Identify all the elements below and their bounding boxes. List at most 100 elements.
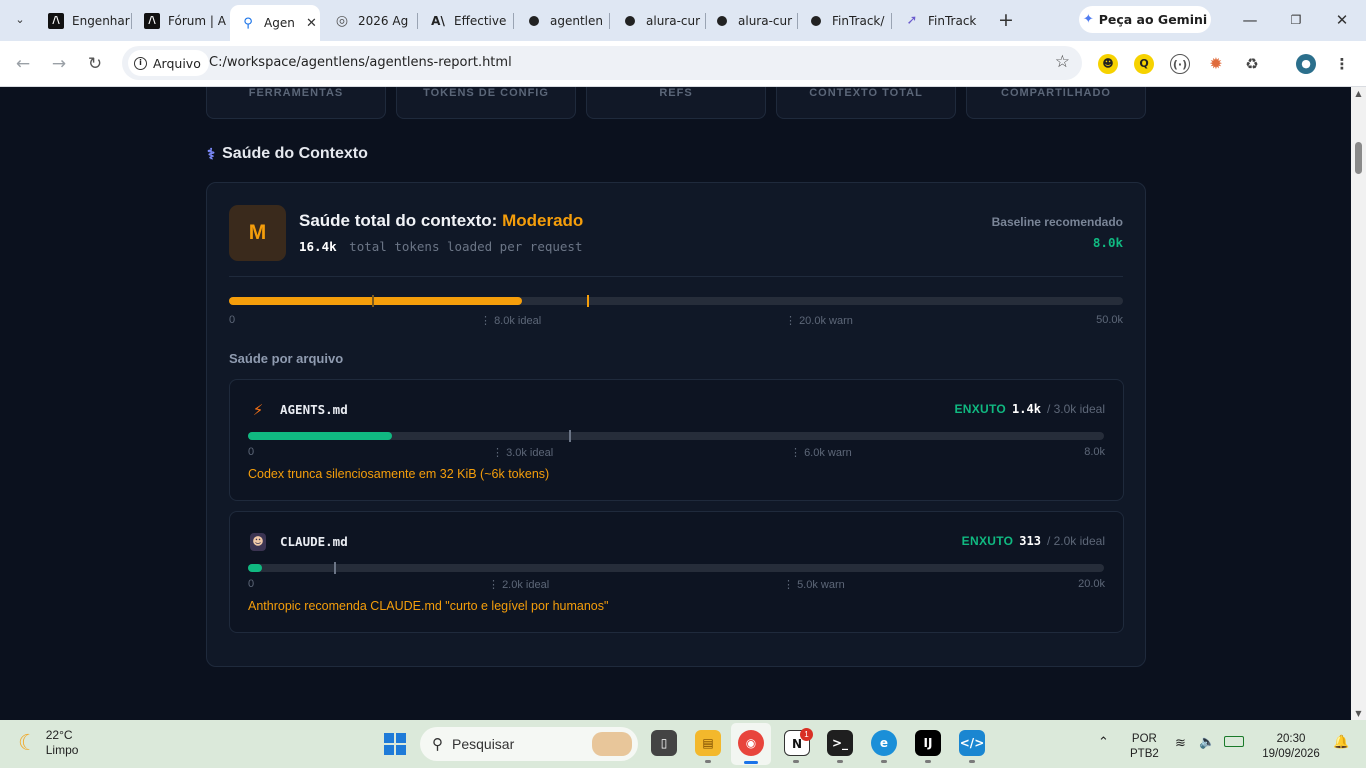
profile-avatar[interactable]: ●	[1296, 54, 1316, 74]
section-title: ⚕ Saúde do Contexto	[207, 145, 368, 163]
axis-label-ideal: ⋮ 3.0k ideal	[492, 447, 554, 459]
new-tab-button[interactable]: +	[996, 9, 1016, 31]
claude-avatar-icon: ☻	[250, 533, 266, 551]
menu-kebab-icon[interactable]: ⋮	[1332, 54, 1352, 74]
gemini-label: Peça ao Gemini	[1098, 12, 1208, 27]
reload-button[interactable]: ↻	[82, 51, 108, 77]
tab-forum[interactable]: /\ Fórum | A	[134, 8, 226, 33]
task-view-icon[interactable]: ▯	[651, 730, 677, 756]
globe-icon: ◎	[335, 12, 349, 29]
notification-bell-icon[interactable]: 🔔	[1333, 734, 1349, 749]
site-info-chip[interactable]: i Arquivo	[128, 50, 209, 76]
extension-circle-icon[interactable]: (·)	[1170, 54, 1190, 74]
tab-title: FinTrack/	[832, 13, 885, 28]
a-logo-icon: /\	[48, 12, 64, 29]
scroll-down-icon[interactable]: ▼	[1354, 709, 1363, 718]
clock[interactable]: 20:30 19/09/2026	[1258, 732, 1324, 762]
tab-title: FinTrack	[928, 13, 977, 28]
bookmark-star-icon[interactable]: ☆	[1055, 52, 1070, 72]
url-text[interactable]: C:/workspace/agentlens/agentlens-report.…	[209, 55, 512, 70]
tab-agentlens-github[interactable]: agentlen	[516, 8, 608, 33]
tab-alura-2[interactable]: alura-cur	[704, 8, 796, 33]
axis-label-min: 0	[229, 314, 236, 326]
overall-progress-track	[229, 295, 1123, 307]
vscode-icon[interactable]: </>	[959, 730, 985, 756]
moon-icon: ☾	[18, 730, 38, 756]
taskbar-search[interactable]: ⚲ Pesquisar	[420, 727, 638, 761]
tab-engenharia[interactable]: /\ Engenhar	[38, 8, 130, 33]
baseline-value: 8.0k	[1092, 235, 1123, 250]
page-scrollbar[interactable]: ▲ ▼	[1351, 87, 1366, 720]
language-indicator[interactable]: POR PTB2	[1130, 732, 1159, 762]
close-icon[interactable]: ✕	[306, 16, 320, 31]
tab-search-button[interactable]: ⌄	[8, 10, 32, 30]
file-name: AGENTS.md	[280, 402, 348, 417]
terminal-icon[interactable]: >_	[827, 730, 853, 756]
chrome-icon[interactable]: ◉	[738, 730, 764, 756]
axis-label-ideal-text: 2.0k ideal	[502, 579, 550, 591]
a-logo-icon: /\	[144, 12, 160, 29]
volume-icon[interactable]: 🔈	[1199, 734, 1215, 749]
file-progress-fill	[248, 432, 392, 440]
file-card-agents: ⚡ AGENTS.md ENXUTO 1.4k / 3.0k ideal 0 ⋮ 3…	[229, 379, 1124, 501]
back-button[interactable]: ←	[10, 51, 36, 77]
file-progress-fill	[248, 564, 262, 572]
intellij-icon[interactable]: IJ	[915, 730, 941, 756]
section-title-text: Saúde do Contexto	[222, 145, 368, 162]
stat-label: CONTEXTO TOTAL	[809, 87, 923, 99]
tab-2026[interactable]: ◎ 2026 Ag	[324, 8, 416, 33]
weather-widget[interactable]: ☾ 22°C Limpo	[18, 728, 78, 758]
report-page: FERRAMENTAS TOKENS DE CONFIG REFS CONTEX…	[0, 87, 1351, 720]
tab-fintrack[interactable]: ➚ FinTrack	[894, 8, 986, 33]
wifi-icon[interactable]: ≋	[1175, 735, 1186, 750]
tray-chevron-icon[interactable]: ⌃	[1098, 734, 1109, 749]
minimize-button[interactable]: —	[1227, 8, 1273, 32]
windows-taskbar: ☾ 22°C Limpo ⚲ Pesquisar ▯ ▤ ◉ N 1 >_ e …	[0, 720, 1366, 768]
tab-title: Agen	[264, 16, 295, 30]
axis-label-warn-text: 5.0k warn	[797, 579, 845, 591]
close-window-button[interactable]: ✕	[1319, 8, 1365, 32]
axis-label-min: 0	[248, 446, 255, 458]
file-note: Codex trunca silenciosamente em 32 KiB (…	[248, 467, 550, 481]
axis-label-max: 20.0k	[1078, 578, 1105, 590]
info-icon: i	[134, 56, 147, 70]
tab-title: Fórum | A	[168, 13, 226, 28]
extension-burst-icon[interactable]: ✹	[1206, 54, 1226, 74]
stat-card-compartilhado: COMPARTILHADO	[966, 87, 1146, 119]
file-card-claude: ☻ CLAUDE.md ENXUTO 313 / 2.0k ideal 0 ⋮ 2.…	[229, 511, 1124, 633]
search-icon: ⚲	[243, 15, 253, 31]
github-icon	[714, 12, 730, 29]
extension-face-icon[interactable]: ☻	[1098, 54, 1118, 74]
browser-toolbar: ← → ↻ i Arquivo C:/workspace/agentlens/a…	[0, 41, 1366, 87]
tab-fintrack-github[interactable]: FinTrack/	[798, 8, 890, 33]
file-ideal: / 3.0k ideal	[1046, 402, 1105, 416]
tab-alura-1[interactable]: alura-cur	[612, 8, 704, 33]
security-label: Arquivo	[153, 55, 201, 71]
tab-title: agentlen	[550, 13, 603, 28]
lightning-icon: ⚡	[252, 401, 264, 419]
battery-icon[interactable]	[1224, 736, 1244, 747]
file-status: ENXUTO	[961, 534, 1014, 548]
scroll-up-icon[interactable]: ▲	[1354, 89, 1363, 98]
address-bar[interactable]: i Arquivo C:/workspace/agentlens/agentle…	[122, 46, 1082, 80]
file-explorer-icon[interactable]: ▤	[695, 730, 721, 756]
extension-search-icon[interactable]: Q	[1134, 54, 1154, 74]
tab-agentlens-active[interactable]: ⚲ Agen ✕	[230, 5, 320, 41]
baseline-label: Baseline recomendado	[991, 215, 1123, 229]
extensions-puzzle-icon[interactable]: ♻	[1242, 54, 1262, 74]
restore-button[interactable]: ❐	[1273, 8, 1319, 32]
gemini-star-icon: ✦	[1082, 12, 1094, 27]
scrollbar-thumb[interactable]	[1355, 142, 1362, 174]
temperature: 22°C	[45, 728, 73, 742]
tab-effective[interactable]: A\ Effective	[420, 8, 512, 33]
overall-progress-fill	[229, 297, 522, 305]
stat-card-tokens-config: TOKENS DE CONFIG	[396, 87, 576, 119]
axis-label-warn: ⋮ 6.0k warn	[790, 447, 852, 459]
ask-gemini-button[interactable]: ✦ Peça ao Gemini	[1079, 6, 1211, 33]
edge-icon[interactable]: e	[871, 730, 897, 756]
warn-marker	[587, 295, 589, 307]
forward-button[interactable]: →	[46, 51, 72, 77]
start-button[interactable]	[384, 733, 406, 755]
axis-label-warn: ⋮ 5.0k warn	[783, 579, 845, 591]
github-icon	[526, 12, 542, 29]
